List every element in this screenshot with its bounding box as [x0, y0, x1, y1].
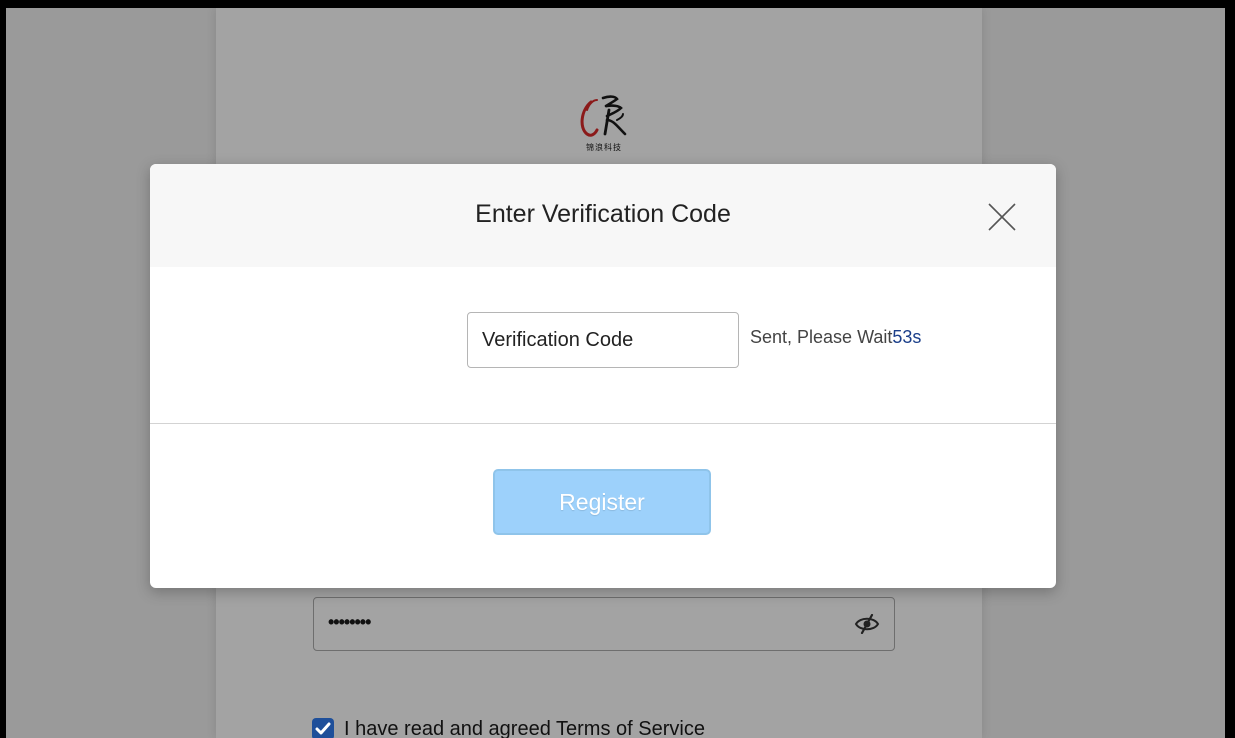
countdown-status: Sent, Please Wait53s: [750, 327, 921, 348]
app-frame: 锦浪科技 •••••••• I have read and agreed Ter…: [6, 8, 1225, 738]
modal-header: Enter Verification Code: [150, 164, 1056, 267]
password-field[interactable]: ••••••••: [313, 597, 895, 651]
modal-divider: [150, 423, 1056, 424]
brand-logo: 锦浪科技: [564, 90, 644, 162]
terms-agreement: I have read and agreed Terms of Service: [312, 718, 705, 738]
checkmark-icon: [315, 722, 331, 735]
logo-caption: 锦浪科技: [586, 143, 622, 152]
verification-code-input[interactable]: [467, 312, 739, 368]
brand-logo-icon: [580, 95, 627, 137]
modal-title: Enter Verification Code: [475, 200, 731, 228]
terms-checkbox[interactable]: [312, 718, 334, 738]
countdown-seconds: 53s: [892, 327, 922, 347]
verification-modal: Enter Verification Code Sent, Please Wai…: [150, 164, 1056, 588]
terms-label[interactable]: I have read and agreed Terms of Service: [344, 718, 705, 738]
close-icon[interactable]: [986, 201, 1018, 233]
password-value: ••••••••: [328, 612, 371, 632]
countdown-prefix: Sent, Please Wait: [750, 327, 893, 347]
register-button[interactable]: Register: [493, 469, 711, 535]
eye-slash-icon[interactable]: [854, 614, 880, 634]
